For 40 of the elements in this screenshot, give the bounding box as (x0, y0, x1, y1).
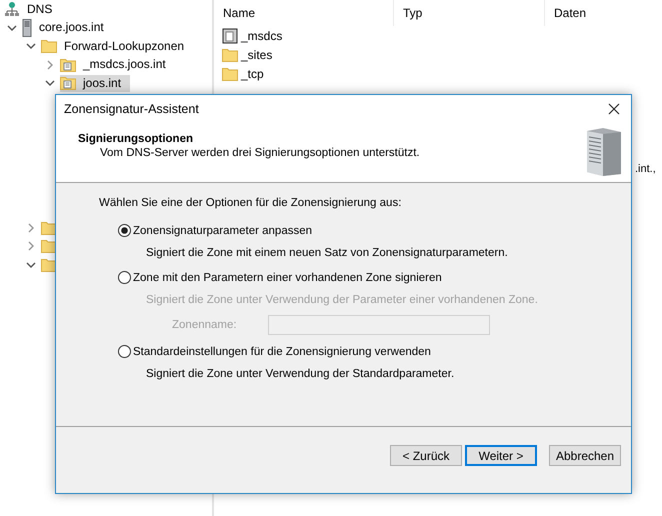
radio-option[interactable]: Zonensignaturparameter anpassen (118, 224, 312, 237)
tree-item-highlight[interactable]: joos.int (60, 74, 130, 92)
folder-icon (222, 48, 238, 62)
folder-icon (222, 66, 238, 80)
tree-item[interactable]: Forward-Lookupzonen (61, 38, 188, 55)
field-label: Zonenname: (172, 319, 238, 331)
list-item[interactable]: _tcp (241, 66, 264, 80)
zone-icon (60, 58, 76, 72)
list-item[interactable]: _sites (241, 48, 272, 62)
radio-icon[interactable] (118, 345, 131, 358)
wizard-button[interactable]: Weiter > (465, 445, 537, 466)
dialog-title: Zonensignatur-Assistent (64, 102, 199, 116)
wizard-button[interactable]: Abbrechen (549, 445, 621, 466)
page-heading: Signierungsoptionen (78, 133, 194, 145)
option-description: Signiert die Zone unter Verwendung der Standardparameter. (146, 368, 456, 380)
option-description: Signiert die Zone mit einem neuen Satz von Zonensignaturparametern. (146, 247, 509, 259)
table-cell: .int., (635, 163, 656, 175)
folder-icon (41, 220, 57, 235)
tree-item[interactable]: core.joos.int (36, 19, 107, 36)
dns-icon (4, 1, 20, 18)
column-header[interactable]: Name (214, 0, 394, 26)
list-item[interactable]: _msdcs (241, 28, 282, 42)
radio-option[interactable]: Standardeinstellungen für die Zonensignierung verwenden (118, 345, 431, 358)
server-icon (22, 18, 32, 37)
document-icon (222, 28, 238, 44)
wizard-button[interactable]: < Zurück (390, 445, 462, 466)
tree-item[interactable]: joos.int (80, 74, 124, 92)
column-header[interactable]: Typ (394, 0, 545, 26)
close-button[interactable] (607, 102, 621, 116)
folder-icon (41, 258, 57, 272)
instruction-text: Wählen Sie eine der Optionen für die Zonensignierung aus: (99, 197, 402, 209)
tree-item[interactable]: _msdcs.joos.int (80, 56, 169, 74)
zone-icon (60, 76, 76, 90)
column-header[interactable]: Daten (545, 0, 662, 26)
radio-icon[interactable] (118, 224, 131, 237)
folder-icon (41, 39, 57, 54)
option-description: Signiert die Zone unter Verwendung der Parameter einer vorhandenen Zone. (146, 294, 539, 306)
page-subtitle: Vom DNS-Server werden drei Signierungsoptionen unterstützt. (99, 147, 420, 159)
tree-item[interactable]: DNS (24, 0, 56, 18)
folder-icon (41, 239, 57, 254)
